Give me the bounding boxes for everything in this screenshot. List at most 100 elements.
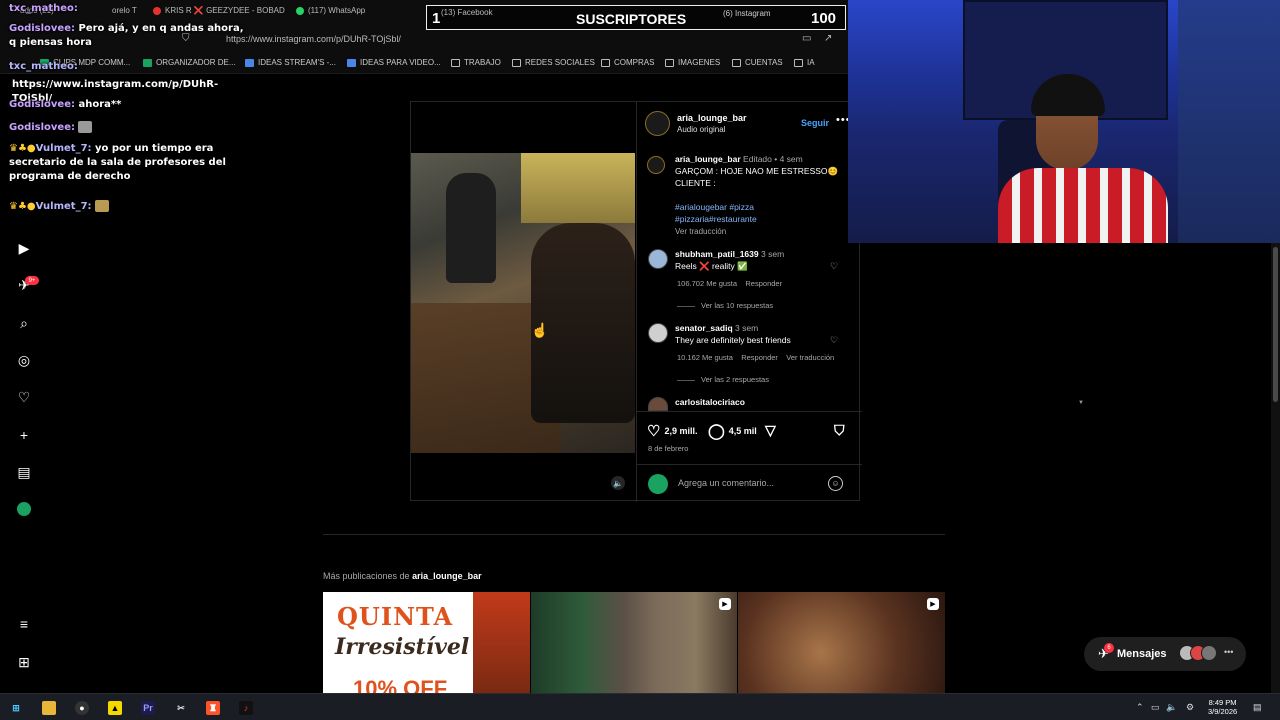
account-avatar[interactable] — [645, 111, 670, 136]
comment-user[interactable]: carlositalociriaco — [675, 397, 745, 407]
comment: shubham_patil_1639 3 sem Reels ❌ reality… — [675, 248, 845, 272]
brave-icon[interactable]: ♜ — [206, 701, 220, 715]
sticky-app-icon[interactable]: ▲ — [108, 701, 122, 715]
url-field[interactable]: https://www.instagram.com/p/DUhR-TOjSbl/ — [226, 34, 401, 44]
comment-bar: Agrega un comentario... ☺ — [637, 464, 862, 502]
bookmark-folder[interactable]: IMAGENES — [665, 58, 720, 67]
tray-chevron-icon[interactable]: ⌃ — [1136, 702, 1144, 713]
share-icon[interactable]: ↗ — [824, 33, 832, 44]
dashboard-icon[interactable]: ▤ — [16, 464, 32, 480]
instagram-tab-label: (6) Instagram — [723, 9, 771, 18]
clock[interactable]: 8:49 PM 3/9/2026 — [1208, 698, 1237, 716]
reply-link[interactable]: Responder — [745, 279, 782, 288]
hashtag-line[interactable]: #pizzaria#restaurante — [675, 214, 757, 224]
bookmark-folder[interactable]: COMPRAS — [601, 58, 654, 67]
folder-icon — [794, 58, 803, 67]
comment-meta: 10.162 Me gusta Responder Ver traducción — [677, 353, 834, 362]
comment-avatar[interactable] — [648, 249, 668, 269]
menu-hamburger-icon[interactable]: ≡ — [16, 616, 32, 632]
follow-button[interactable]: Seguir — [801, 118, 829, 128]
search-icon[interactable]: ⌕ — [16, 315, 32, 331]
reels-icon[interactable]: ▶ — [16, 240, 32, 256]
save-button[interactable]: ⛉ — [834, 422, 845, 439]
account-name[interactable]: aria_lounge_bar — [677, 113, 747, 123]
more-posts-account[interactable]: aria_lounge_bar — [412, 571, 482, 581]
obs-icon[interactable]: ● — [75, 701, 89, 715]
settings-gear-icon[interactable]: ⚙ — [1186, 702, 1194, 713]
bookmark-folder[interactable]: CUENTAS — [732, 58, 783, 67]
post-thumbnail[interactable]: ▶ — [531, 592, 737, 693]
scroll-down-arrow-icon[interactable]: ▼ — [1078, 400, 1084, 406]
bookmark-item[interactable]: IDEAS STREAM'S -... — [245, 58, 336, 67]
view-replies[interactable]: Ver las 10 respuestas — [677, 301, 773, 310]
page-scrollbar[interactable] — [1271, 243, 1280, 693]
doc-icon — [347, 58, 356, 67]
comment-avatar[interactable] — [648, 323, 668, 343]
mouse-cursor-icon: ☝ — [531, 322, 549, 338]
subscriber-label: SUSCRIPTORES — [576, 11, 687, 27]
bookmark-folder[interactable]: REDES SOCIALES — [512, 58, 595, 67]
comment-count: 4,5 mil — [728, 426, 757, 436]
user-avatar — [648, 474, 668, 494]
comment-avatar[interactable] — [648, 397, 668, 411]
profile-avatar[interactable] — [16, 501, 32, 517]
apps-icon[interactable]: ⊞ — [16, 654, 32, 670]
see-translation-link[interactable]: Ver traducción — [675, 227, 726, 236]
scrollbar-thumb[interactable] — [1273, 247, 1278, 402]
comment-likes[interactable]: 10.162 Me gusta — [677, 353, 733, 362]
premiere-icon[interactable]: Pr — [141, 701, 155, 715]
windows-start-icon[interactable]: ⊞ — [9, 701, 23, 715]
comment-text: They are definitely best friends — [675, 335, 791, 345]
comment-user[interactable]: shubham_patil_1639 — [675, 249, 759, 259]
messages-button[interactable]: ✈ 6 Mensajes ••• — [1084, 637, 1246, 671]
caption-user[interactable]: aria_lounge_bar — [675, 154, 741, 164]
like-comment-heart-icon[interactable]: ♡ — [830, 261, 838, 272]
tab-whatsapp[interactable]: (117) WhatsApp — [296, 6, 365, 15]
hashtag-line[interactable]: #arialougebar #pizza — [675, 202, 754, 212]
subscriber-count: 100 — [811, 10, 837, 27]
see-translation-link[interactable]: Ver traducción — [786, 353, 834, 362]
tiktok-icon[interactable]: ♪ — [239, 701, 253, 715]
explore-icon[interactable]: ◎ — [16, 352, 32, 368]
share-button[interactable]: ▽ — [765, 422, 776, 439]
section-divider — [323, 534, 945, 535]
post-date: 8 de febrero — [648, 444, 689, 453]
like-button[interactable]: ♡ 2,9 mill. — [647, 422, 697, 440]
bookmark-label: IMAGENES — [678, 58, 721, 67]
volume-icon[interactable]: 🔈 — [1166, 702, 1177, 713]
bookmark-folder[interactable]: IA — [794, 58, 815, 67]
bookmark-folder[interactable]: TRABAJO — [451, 58, 501, 67]
capcut-icon[interactable]: ✂ — [174, 701, 188, 715]
chat-user: Godislovee: — [9, 99, 75, 110]
caption-hashtags[interactable]: #arialougebar #pizza #pizzaria#restaurant… — [675, 201, 855, 225]
like-comment-heart-icon[interactable]: ♡ — [830, 335, 838, 346]
create-plus-icon[interactable]: + — [16, 427, 32, 443]
chat-user: Godislovee: — [9, 122, 75, 133]
caption-avatar[interactable] — [647, 156, 665, 174]
emoji-icon[interactable]: ☺ — [828, 476, 843, 491]
tray-app-icon[interactable]: ▭ — [1151, 702, 1160, 713]
view-replies[interactable]: Ver las 2 respuestas — [677, 375, 769, 384]
comment-likes[interactable]: 106.702 Me gusta — [677, 279, 737, 288]
comment-button[interactable]: ◯ 4,5 mil — [708, 422, 757, 440]
comment-input[interactable]: Agrega un comentario... — [678, 478, 774, 488]
like-count[interactable]: 2,9 mill. — [664, 426, 697, 436]
comment: carlositalociriaco — [675, 396, 845, 408]
facebook-tab-label: (13) Facebook — [441, 8, 493, 17]
file-explorer-icon[interactable] — [42, 701, 56, 715]
reel-video[interactable] — [411, 153, 635, 453]
reply-link[interactable]: Responder — [741, 353, 778, 362]
post-thumbnail[interactable]: QUINTA Irresistível 10% OFF — [323, 592, 530, 693]
bookmark-label: TRABAJO — [464, 58, 501, 67]
audio-label[interactable]: Audio original — [677, 125, 725, 134]
screen-icon[interactable]: ▭ — [802, 33, 811, 44]
mute-toggle-icon[interactable]: 🔈 — [611, 476, 625, 490]
emote-icon — [78, 121, 93, 133]
comment-user[interactable]: senator_sadiq — [675, 323, 733, 333]
windows-taskbar: ⊞ ● ▲ Pr ✂ ♜ ♪ ⌃ ▭ 🔈 ⚙ 8:49 PM 3/9/2026 ▤ — [0, 693, 1280, 720]
bookmark-item[interactable]: IDEAS PARA VIDEO... — [347, 58, 441, 67]
post-actions: ♡ 2,9 mill. ◯ 4,5 mil ▽ ⛉ — [637, 411, 862, 461]
post-thumbnail[interactable]: ▶ — [738, 592, 945, 693]
notifications-icon[interactable]: ▤ — [1253, 702, 1262, 713]
notifications-heart-icon[interactable]: ♡ — [16, 389, 32, 405]
